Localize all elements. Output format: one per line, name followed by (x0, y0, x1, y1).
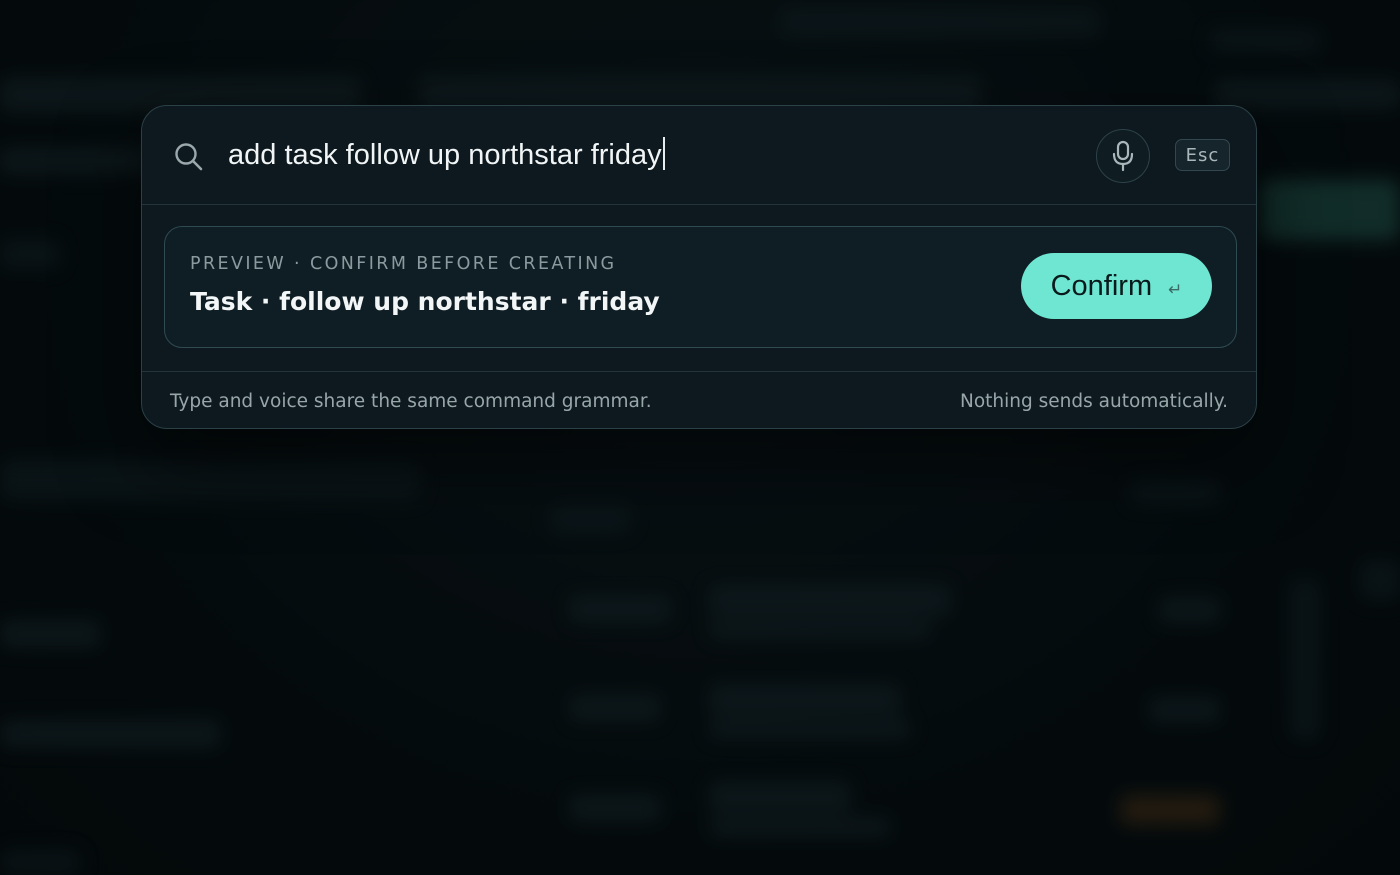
app-stage: add task follow up northstar friday Esc … (0, 0, 1400, 875)
search-icon (175, 143, 203, 171)
palette-footer: Type and voice share the same command gr… (142, 371, 1256, 430)
microphone-icon (1112, 140, 1134, 172)
preview-card: PREVIEW · CONFIRM BEFORE CREATING Task ·… (164, 226, 1237, 348)
text-caret (662, 137, 665, 170)
command-palette: add task follow up northstar friday Esc … (141, 105, 1257, 429)
command-input-text: add task follow up northstar friday (228, 139, 662, 171)
search-row: add task follow up northstar friday Esc (142, 106, 1256, 205)
footer-hint-right: Nothing sends automatically. (960, 391, 1228, 412)
escape-key-button[interactable]: Esc (1175, 139, 1230, 171)
command-input[interactable]: add task follow up northstar friday (228, 132, 1048, 178)
enter-key-icon: ↵ (1168, 280, 1183, 299)
confirm-label: Confirm (1050, 269, 1153, 302)
preview-title: Task · follow up northstar · friday (190, 287, 660, 316)
confirm-button[interactable]: Confirm ↵ (1021, 253, 1212, 319)
footer-hint-left: Type and voice share the same command gr… (170, 391, 652, 412)
microphone-button[interactable] (1096, 129, 1150, 183)
preview-label: PREVIEW · CONFIRM BEFORE CREATING (190, 254, 617, 274)
